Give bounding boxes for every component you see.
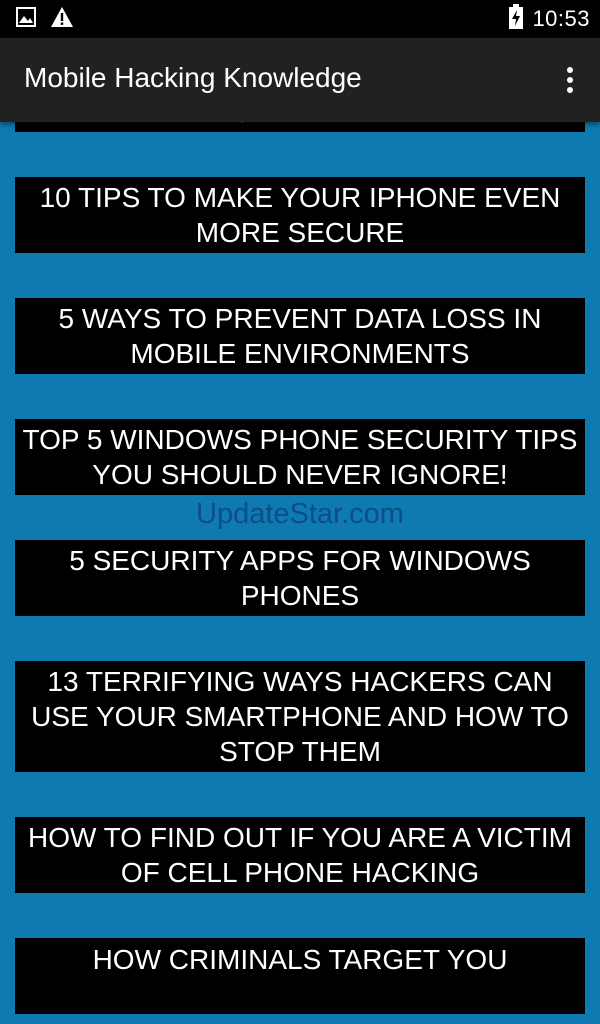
article-title: 13 TERRIFYING WAYS HACKERS CAN USE YOUR … — [31, 666, 569, 767]
status-time: 10:53 — [532, 6, 590, 31]
status-bar: 10:53 — [0, 0, 600, 38]
article-card[interactable]: 13 TERRIFYING WAYS HACKERS CAN USE YOUR … — [15, 661, 585, 772]
notification-icons — [16, 7, 74, 31]
app-title: Mobile Hacking Knowledge — [24, 62, 362, 93]
article-card[interactable]: HOW TO FIND OUT IF YOU ARE A VICTIM OF C… — [15, 817, 585, 893]
article-card[interactable]: 10 TIPS TO MAKE YOUR IPHONE EVEN MORE SE… — [15, 177, 585, 253]
article-title: HOW CRIMINALS TARGET YOU — [92, 944, 508, 975]
article-card[interactable]: OF THEFT — [15, 122, 585, 132]
image-icon — [16, 7, 36, 31]
app-bar: Mobile Hacking Knowledge — [0, 38, 600, 122]
article-title: HOW TO FIND OUT IF YOU ARE A VICTIM OF C… — [27, 822, 572, 888]
article-title: 10 TIPS TO MAKE YOUR IPHONE EVEN MORE SE… — [39, 182, 561, 248]
watermark: UpdateStar.com — [196, 498, 404, 530]
article-title: TOP 5 WINDOWS PHONE SECURITY TIPS YOU SH… — [22, 424, 578, 490]
article-title: 5 SECURITY APPS FOR WINDOWS PHONES — [69, 545, 531, 611]
warning-icon — [50, 6, 74, 32]
more-vert-icon[interactable] — [562, 64, 578, 96]
article-card[interactable]: 5 WAYS TO PREVENT DATA LOSS IN MOBILE EN… — [15, 298, 585, 374]
battery-charging-icon — [508, 4, 524, 34]
article-card[interactable]: 5 SECURITY APPS FOR WINDOWS PHONES — [15, 540, 585, 616]
article-title: 5 WAYS TO PREVENT DATA LOSS IN MOBILE EN… — [58, 303, 542, 369]
article-card[interactable]: TOP 5 WINDOWS PHONE SECURITY TIPS YOU SH… — [15, 419, 585, 495]
article-title: OF THEFT — [232, 122, 368, 130]
article-list[interactable]: OF THEFT 10 TIPS TO MAKE YOUR IPHONE EVE… — [0, 122, 600, 1024]
article-card[interactable]: HOW CRIMINALS TARGET YOU — [15, 938, 585, 1014]
